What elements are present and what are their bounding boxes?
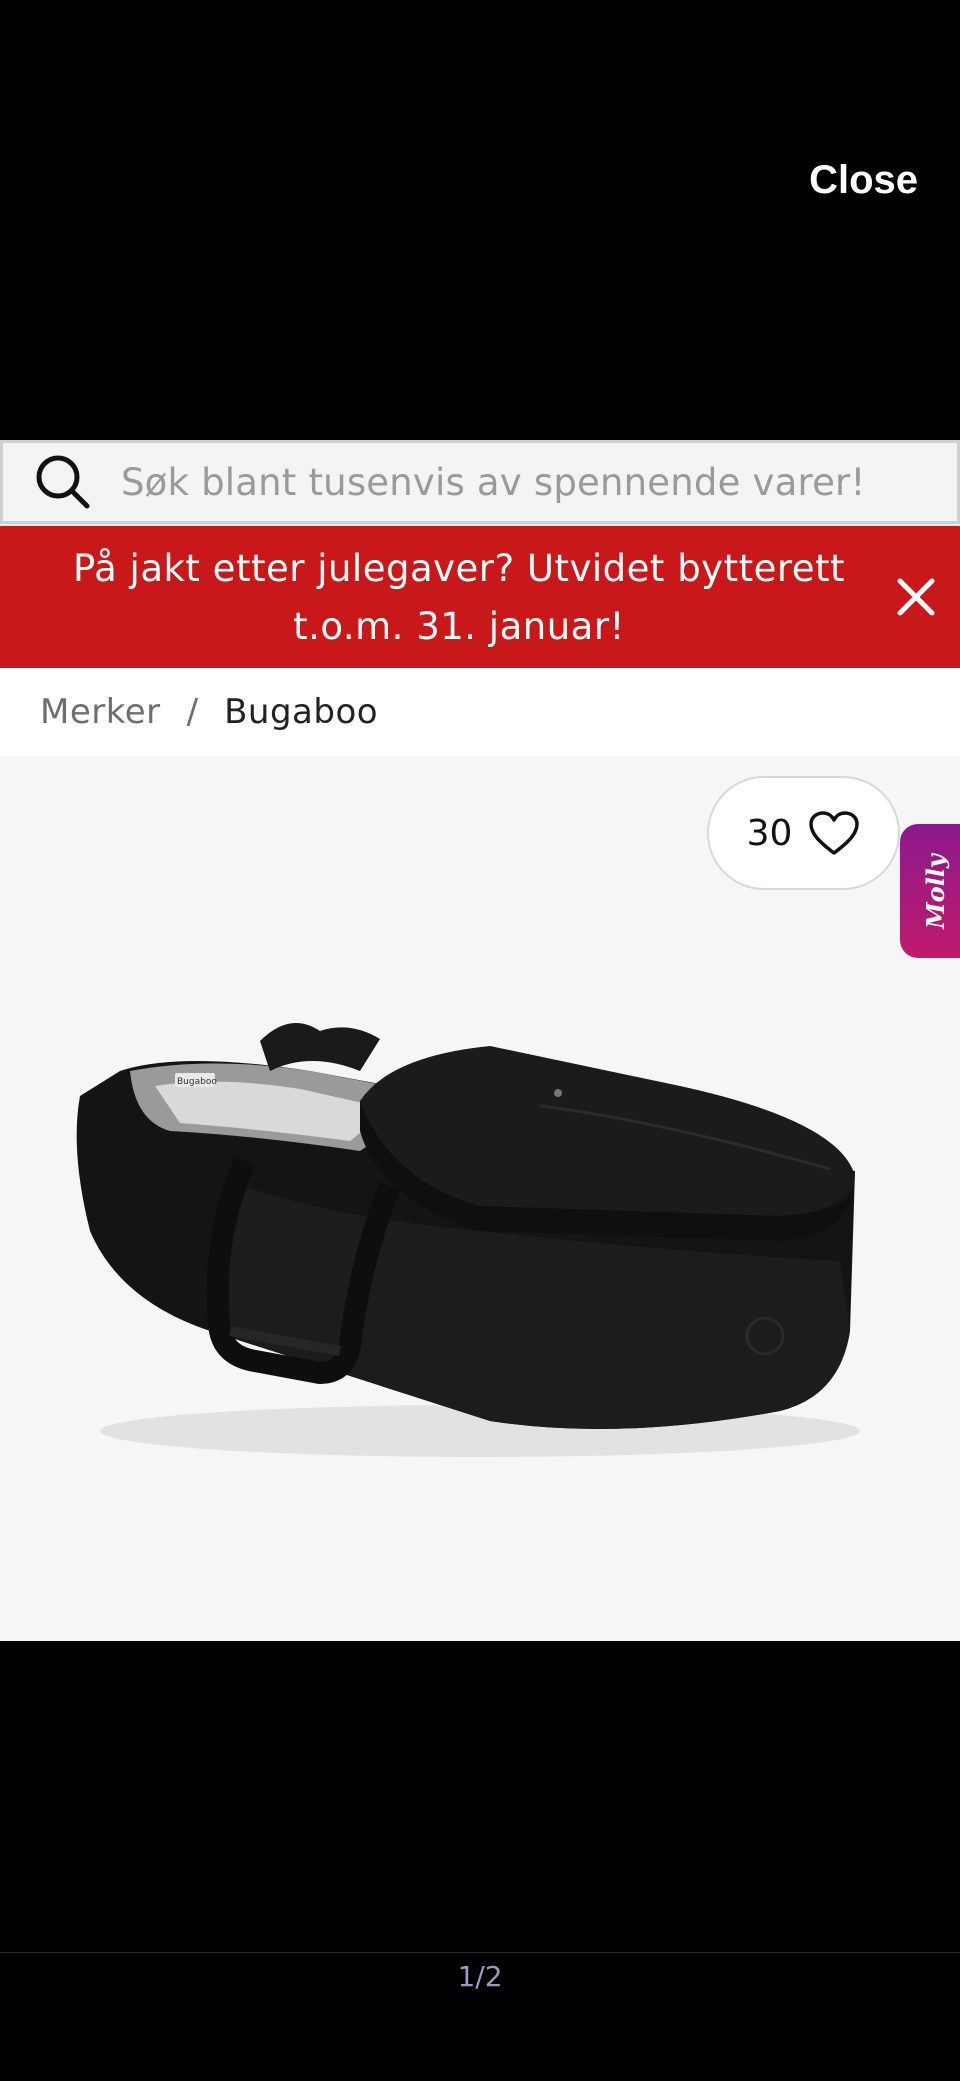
pager-divider [0,1952,960,1953]
brand-tag: Bugaboo [177,1077,217,1087]
product-gallery: 30 Molly Bugaboo [0,756,960,1641]
favorite-button[interactable]: 30 [707,776,900,890]
heart-icon [809,811,860,855]
breadcrumb-item-merker[interactable]: Merker [40,692,161,732]
image-viewer: Close Søk blant tusenvis av spennende va… [0,0,960,2081]
promo-line-1: På jakt etter julegaver? Utvidet byttere… [72,547,846,590]
breadcrumb: Merker / Bugaboo [0,668,960,756]
screenshot-image: Søk blant tusenvis av spennende varer! P… [0,440,960,1641]
search-bar[interactable]: Søk blant tusenvis av spennende varer! [0,440,960,524]
molly-chat-tab[interactable]: Molly [900,824,960,958]
close-icon[interactable] [894,575,938,619]
molly-label: Molly [920,853,950,929]
promo-banner: På jakt etter julegaver? Utvidet byttere… [0,526,960,668]
search-icon [36,455,90,509]
favorite-count: 30 [746,812,793,854]
product-image: Bugaboo [76,1023,860,1457]
promo-text: På jakt etter julegaver? Utvidet byttere… [40,540,878,656]
search-placeholder[interactable]: Søk blant tusenvis av spennende varer! [121,461,866,504]
breadcrumb-separator: / [186,692,199,732]
breadcrumb-item-bugaboo[interactable]: Bugaboo [224,692,378,732]
close-button[interactable]: Close [809,158,918,203]
promo-line-2: t.o.m. 31. januar! [293,605,625,648]
page-indicator: 1/2 [457,1960,503,1993]
